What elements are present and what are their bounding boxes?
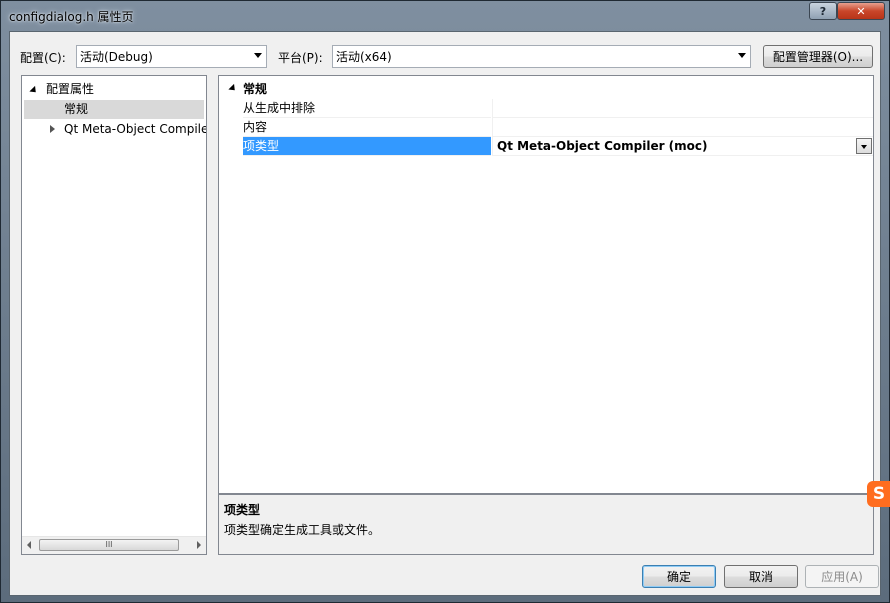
property-value[interactable] [492, 118, 873, 137]
close-button[interactable]: ✕ [837, 2, 885, 20]
scroll-thumb[interactable]: III [39, 539, 179, 551]
property-tree[interactable]: 配置属性 常规 Qt Meta-Object Compiler III [21, 75, 207, 555]
tree-item-moc[interactable]: Qt Meta-Object Compiler [50, 120, 207, 139]
tree-item-general[interactable]: 常规 [24, 100, 204, 119]
scroll-thumb-grip: III [105, 540, 113, 549]
description-title: 项类型 [224, 503, 261, 517]
category-label: 常规 [243, 82, 268, 96]
property-name: 内容 [243, 118, 491, 137]
ok-button[interactable]: 确定 [642, 565, 716, 588]
grid-row-item-type[interactable]: 项类型 Qt Meta-Object Compiler (moc) [219, 137, 873, 156]
tree-root-item[interactable]: 配置属性 [29, 80, 95, 99]
title-bar[interactable]: configdialog.h 属性页 ? ✕ [1, 1, 889, 31]
platform-label: 平台(P): [278, 51, 323, 65]
window-title: configdialog.h 属性页 [9, 10, 134, 24]
cancel-button[interactable]: 取消 [724, 565, 798, 588]
property-value[interactable] [492, 99, 873, 118]
config-manager-button[interactable]: 配置管理器(O)... [763, 45, 873, 68]
collapsed-arrow-icon[interactable] [50, 125, 55, 133]
platform-combobox-value: 活动(x64) [336, 50, 392, 64]
tree-root-label: 配置属性 [46, 82, 95, 96]
scroll-left-icon[interactable] [27, 541, 31, 549]
dropdown-button[interactable] [856, 138, 872, 154]
description-panel: 项类型 项类型确定生成工具或文件。 [218, 494, 874, 555]
grid-row-content[interactable]: 内容 [219, 118, 873, 137]
dialog-client-area: 配置(C): 活动(Debug) 平台(P): 活动(x64) 配置管理器(O)… [9, 31, 881, 596]
grid-row-exclude-from-build[interactable]: 从生成中排除 [219, 99, 873, 118]
property-grid[interactable]: 常规 从生成中排除 内容 项类型 Qt Meta-Object Compiler… [218, 75, 874, 494]
tree-item-label: Qt Meta-Object Compiler [64, 122, 207, 136]
grid-category-general[interactable]: 常规 [219, 80, 873, 99]
scroll-right-icon[interactable] [197, 541, 201, 549]
tree-horizontal-scrollbar[interactable]: III [22, 536, 206, 554]
help-button[interactable]: ? [809, 2, 837, 20]
apply-button[interactable]: 应用(A) [805, 565, 879, 588]
config-combobox[interactable]: 活动(Debug) [76, 45, 267, 68]
ime-floating-icon[interactable]: S [867, 481, 890, 507]
platform-combobox[interactable]: 活动(x64) [332, 45, 751, 68]
properties-dialog: configdialog.h 属性页 ? ✕ 配置(C): 活动(Debug) … [0, 0, 890, 603]
property-name: 从生成中排除 [243, 99, 491, 118]
config-combobox-value: 活动(Debug) [80, 50, 153, 64]
tree-item-label: 常规 [64, 102, 89, 116]
description-text: 项类型确定生成工具或文件。 [224, 523, 381, 537]
expanded-arrow-icon[interactable] [29, 85, 39, 96]
chevron-down-icon [254, 53, 262, 58]
config-label: 配置(C): [20, 51, 66, 65]
expanded-arrow-icon[interactable] [228, 83, 238, 94]
property-value-combobox[interactable]: Qt Meta-Object Compiler (moc) [492, 137, 873, 156]
chevron-down-icon [738, 53, 746, 58]
property-name: 项类型 [243, 137, 491, 156]
property-value: Qt Meta-Object Compiler (moc) [497, 139, 708, 153]
